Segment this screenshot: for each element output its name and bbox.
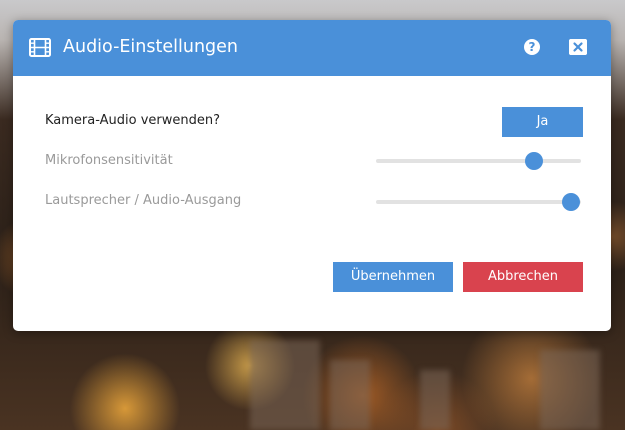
speaker-output-label: Lautsprecher / Audio-Ausgang [45, 193, 242, 208]
background-building [540, 350, 600, 430]
camera-audio-label: Kamera-Audio verwenden? [45, 113, 221, 128]
close-icon[interactable] [569, 39, 587, 55]
mic-sensitivity-slider[interactable] [376, 152, 581, 170]
background-building [330, 360, 370, 430]
slider-track [376, 200, 581, 204]
apply-button[interactable]: Übernehmen [333, 262, 453, 292]
film-icon [29, 38, 51, 57]
cancel-button[interactable]: Abbrechen [463, 262, 583, 292]
camera-audio-toggle-button[interactable]: Ja [502, 107, 583, 137]
slider-thumb[interactable] [524, 152, 543, 170]
slider-track [376, 159, 581, 163]
dialog-header: Audio-Einstellungen ? [13, 20, 611, 76]
slider-thumb[interactable] [561, 193, 580, 211]
mic-sensitivity-label: Mikrofonsensitivität [45, 153, 173, 168]
dialog-title: Audio-Einstellungen [63, 37, 239, 57]
background-building [420, 370, 450, 430]
audio-settings-dialog: Audio-Einstellungen ? Kamera-Audio verwe… [13, 20, 611, 331]
question-circle-icon[interactable]: ? [524, 39, 540, 55]
speaker-output-slider[interactable] [376, 193, 581, 211]
background-building [250, 340, 320, 430]
